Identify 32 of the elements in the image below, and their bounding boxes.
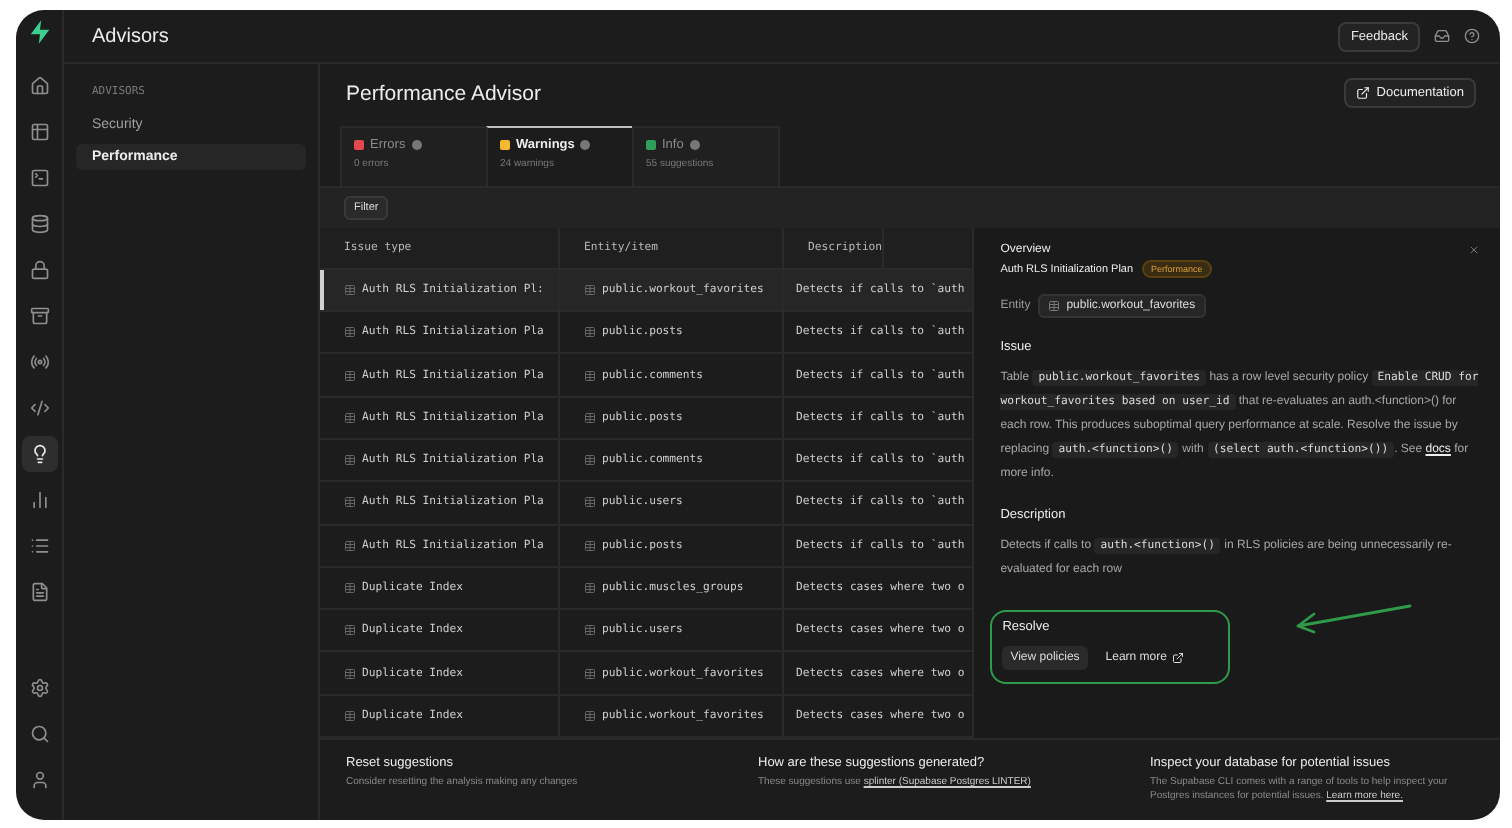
table-icon (344, 539, 356, 552)
table-icon (584, 411, 596, 424)
table-icon (584, 624, 596, 637)
table-icon (584, 496, 596, 509)
table-icon (584, 667, 596, 680)
table-icon (584, 326, 596, 339)
header-title: Advisors (90, 25, 171, 47)
table-icon (344, 582, 356, 595)
table-icon (584, 369, 596, 382)
lightbulb-icon[interactable] (21, 436, 57, 472)
table-icon (344, 283, 356, 296)
table-icon (584, 454, 596, 467)
table-icon (344, 496, 356, 509)
table-icon (344, 326, 356, 339)
inbox-icon[interactable] (1434, 28, 1450, 44)
close-icon[interactable] (1468, 244, 1480, 256)
table-icon (1048, 300, 1061, 312)
external-link-icon (1356, 86, 1371, 100)
table-icon (344, 411, 356, 424)
table-icon (344, 667, 356, 680)
table-icon (584, 709, 596, 722)
help-icon[interactable] (1464, 28, 1480, 44)
external-link-icon (1172, 652, 1185, 664)
table-icon (344, 369, 356, 382)
table-icon (584, 582, 596, 595)
logo-icon[interactable] (25, 18, 53, 46)
table-icon (344, 709, 356, 722)
table-icon (344, 624, 356, 637)
table-icon (344, 454, 356, 467)
table-icon (584, 539, 596, 552)
table-icon (584, 283, 596, 296)
page-title: Performance Advisor (346, 81, 541, 105)
